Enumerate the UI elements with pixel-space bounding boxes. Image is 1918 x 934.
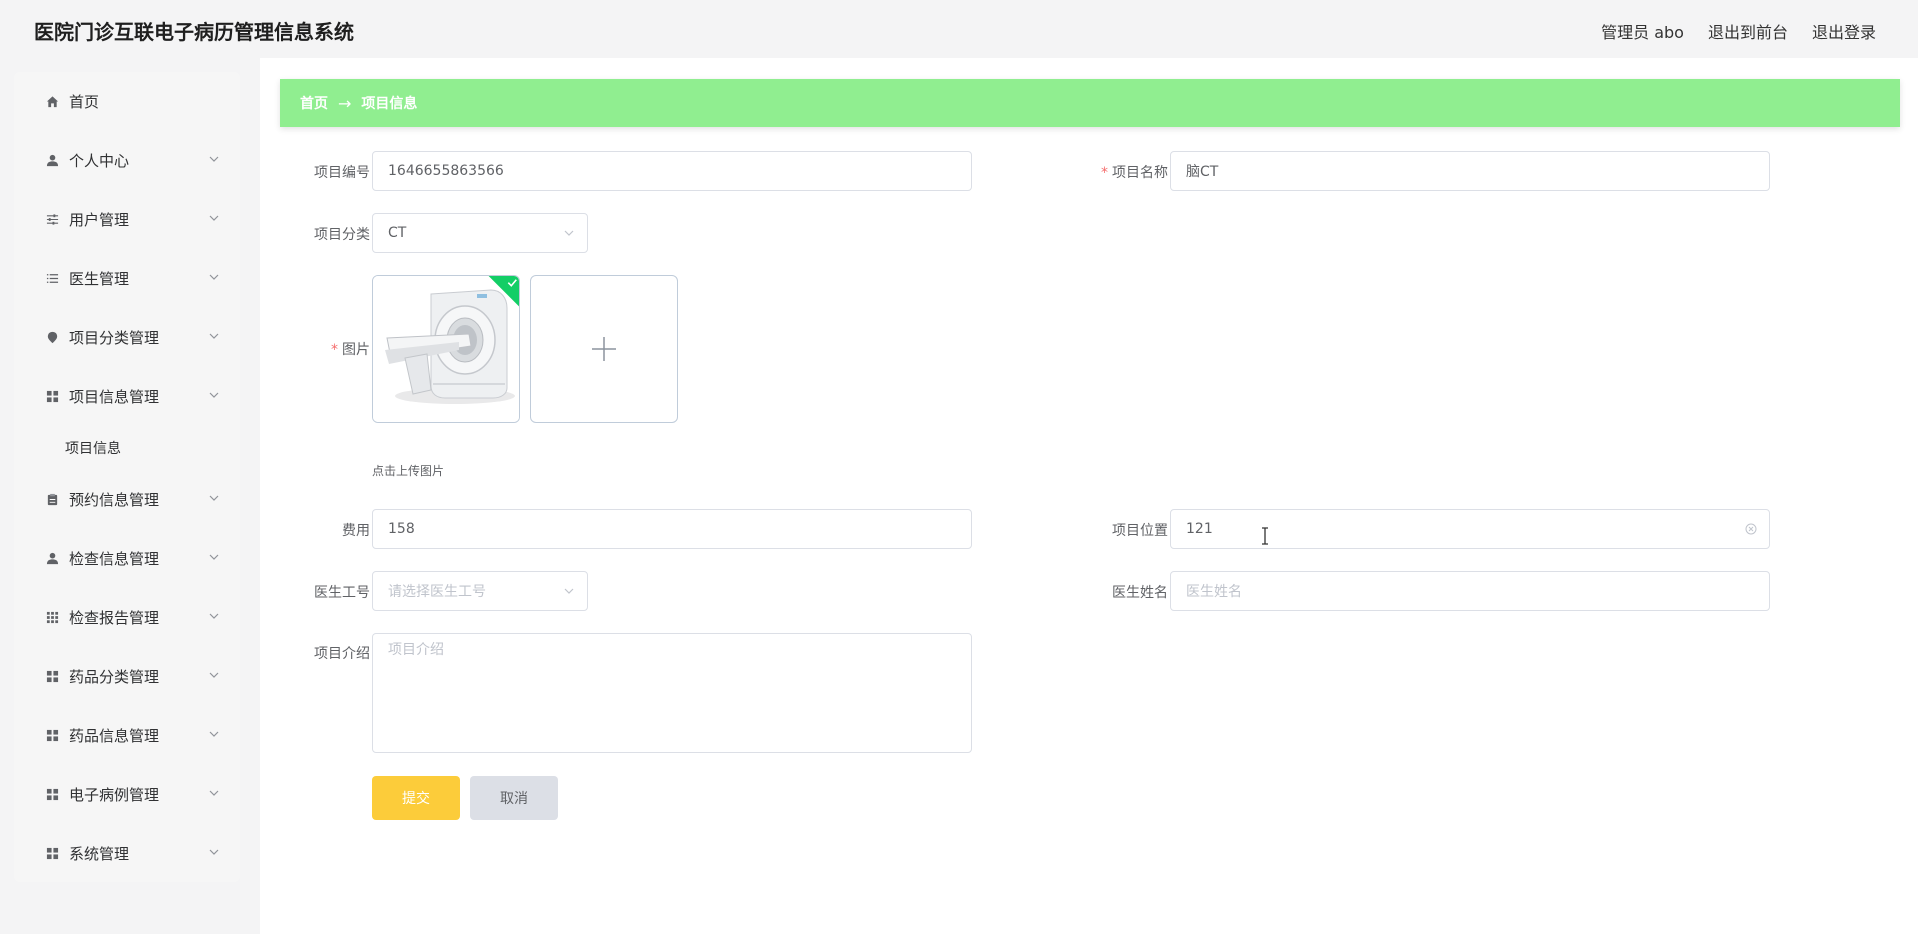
sidebar-item-label: 系统管理 bbox=[69, 845, 130, 863]
home-icon bbox=[45, 95, 59, 109]
sidebar-item-appointment-management[interactable]: 预约信息管理 bbox=[14, 470, 240, 529]
category-select[interactable]: CT bbox=[372, 213, 588, 253]
chevron-down-icon bbox=[209, 333, 219, 339]
chevron-down-icon bbox=[564, 230, 574, 236]
location-label: 项目位置 bbox=[1112, 523, 1168, 539]
project-name-input[interactable]: 脑CT bbox=[1170, 151, 1770, 191]
chevron-down-icon bbox=[209, 156, 219, 162]
sidebar-item-project-info-management[interactable]: 项目信息管理 bbox=[14, 367, 240, 426]
top-bar: 医院门诊互联电子病历管理信息系统 管理员 abo 退出到前台 退出登录 bbox=[0, 0, 1918, 58]
image-label: * 图片 bbox=[331, 342, 370, 358]
sidebar: 首页 个人中心 用户管理 医生管理 项目分类管理 项目信息管理 项目信息 预约信… bbox=[14, 72, 240, 882]
project-no-input[interactable]: 1646655863566 bbox=[372, 151, 972, 191]
plus-icon bbox=[592, 337, 616, 361]
header-links: 管理员 abo 退出到前台 退出登录 bbox=[1601, 19, 1876, 43]
upload-add-button[interactable] bbox=[530, 275, 678, 423]
sidebar-item-label: 项目分类管理 bbox=[69, 329, 160, 347]
sidebar-item-doctor-management[interactable]: 医生管理 bbox=[14, 249, 240, 308]
sidebar-item-label: 医生管理 bbox=[69, 270, 130, 288]
sidebar-item-label: 药品信息管理 bbox=[69, 727, 160, 745]
intro-textarea[interactable]: 项目介绍 bbox=[372, 633, 972, 753]
sliders-icon bbox=[45, 213, 59, 227]
check-icon bbox=[507, 279, 517, 287]
cancel-button[interactable]: 取消 bbox=[470, 776, 558, 820]
doctor-no-label: 医生工号 bbox=[314, 585, 370, 601]
grid-icon bbox=[45, 847, 59, 861]
chevron-down-icon bbox=[209, 215, 219, 221]
list-icon bbox=[45, 272, 59, 286]
chevron-down-icon bbox=[209, 392, 219, 398]
logout-link[interactable]: 退出登录 bbox=[1812, 19, 1876, 43]
chevron-down-icon bbox=[209, 731, 219, 737]
sidebar-item-label: 药品分类管理 bbox=[69, 668, 160, 686]
chevron-down-icon bbox=[209, 554, 219, 560]
user-icon bbox=[45, 552, 59, 566]
sidebar-item-label: 项目信息 bbox=[65, 441, 121, 457]
sidebar-item-system-management[interactable]: 系统管理 bbox=[14, 824, 240, 883]
chevron-down-icon bbox=[209, 495, 219, 501]
sidebar-item-label: 检查报告管理 bbox=[69, 609, 160, 627]
main-content: 首页 → 项目信息 项目编号 1646655863566 * 项目名称 脑CT 项… bbox=[260, 58, 1918, 934]
sidebar-item-label: 项目信息管理 bbox=[69, 388, 160, 406]
fee-label: 费用 bbox=[342, 523, 370, 539]
text-cursor-icon bbox=[1262, 527, 1268, 545]
sidebar-item-label: 个人中心 bbox=[69, 152, 130, 170]
sidebar-item-label: 检查信息管理 bbox=[69, 550, 160, 568]
submit-button[interactable]: 提交 bbox=[372, 776, 460, 820]
sidebar-item-emr-management[interactable]: 电子病例管理 bbox=[14, 765, 240, 824]
doctor-name-input[interactable]: 医生姓名 bbox=[1170, 571, 1770, 611]
app-title: 医院门诊互联电子病历管理信息系统 bbox=[34, 20, 354, 44]
sidebar-item-exam-info-management[interactable]: 检查信息管理 bbox=[14, 529, 240, 588]
project-no-label: 项目编号 bbox=[314, 165, 370, 181]
sidebar-item-label: 预约信息管理 bbox=[69, 491, 160, 509]
chevron-down-icon bbox=[209, 790, 219, 796]
sidebar-item-label: 首页 bbox=[69, 93, 100, 111]
current-user-label[interactable]: 管理员 abo bbox=[1601, 19, 1684, 43]
breadcrumb-home[interactable]: 首页 bbox=[300, 93, 328, 113]
sidebar-subitem-project-info[interactable]: 项目信息 bbox=[14, 426, 240, 470]
breadcrumb: 首页 → 项目信息 bbox=[280, 79, 1900, 127]
ct-scanner-image bbox=[373, 276, 519, 422]
grid-icon bbox=[45, 729, 59, 743]
sidebar-item-label: 用户管理 bbox=[69, 211, 130, 229]
clipboard-icon bbox=[45, 493, 59, 507]
sidebar-item-exam-report-management[interactable]: 检查报告管理 bbox=[14, 588, 240, 647]
fee-input[interactable]: 158 bbox=[372, 509, 972, 549]
chevron-down-icon bbox=[209, 613, 219, 619]
chevron-down-icon bbox=[209, 849, 219, 855]
grid-icon bbox=[45, 788, 59, 802]
intro-label: 项目介绍 bbox=[314, 646, 370, 662]
upload-tip: 点击上传图片 bbox=[372, 464, 445, 478]
grid-icon bbox=[45, 670, 59, 684]
breadcrumb-current: 项目信息 bbox=[361, 96, 418, 112]
grid-icon bbox=[45, 390, 59, 404]
chevron-down-icon bbox=[209, 672, 219, 678]
pin-icon bbox=[45, 331, 59, 345]
sidebar-item-personal-center[interactable]: 个人中心 bbox=[14, 131, 240, 190]
uploaded-image-card[interactable] bbox=[372, 275, 520, 423]
clear-icon[interactable] bbox=[1745, 523, 1757, 535]
project-name-label: * 项目名称 bbox=[1101, 165, 1168, 181]
sidebar-item-user-management[interactable]: 用户管理 bbox=[14, 190, 240, 249]
required-mark: * bbox=[331, 342, 338, 358]
chevron-down-icon bbox=[564, 588, 574, 594]
sidebar-item-drug-category-management[interactable]: 药品分类管理 bbox=[14, 647, 240, 706]
doctor-no-select[interactable]: 请选择医生工号 bbox=[372, 571, 588, 611]
category-label: 项目分类 bbox=[314, 227, 370, 243]
required-mark: * bbox=[1101, 165, 1108, 181]
sidebar-item-home[interactable]: 首页 bbox=[14, 72, 240, 131]
sidebar-item-label: 电子病例管理 bbox=[69, 786, 160, 804]
exit-to-front-link[interactable]: 退出到前台 bbox=[1708, 19, 1788, 43]
user-icon bbox=[45, 154, 59, 168]
chevron-down-icon bbox=[209, 274, 219, 280]
sidebar-item-project-category-management[interactable]: 项目分类管理 bbox=[14, 308, 240, 367]
doctor-name-label: 医生姓名 bbox=[1112, 585, 1168, 601]
sidebar-item-drug-info-management[interactable]: 药品信息管理 bbox=[14, 706, 240, 765]
grid9-icon bbox=[45, 611, 59, 625]
breadcrumb-arrow-icon: → bbox=[338, 93, 352, 113]
